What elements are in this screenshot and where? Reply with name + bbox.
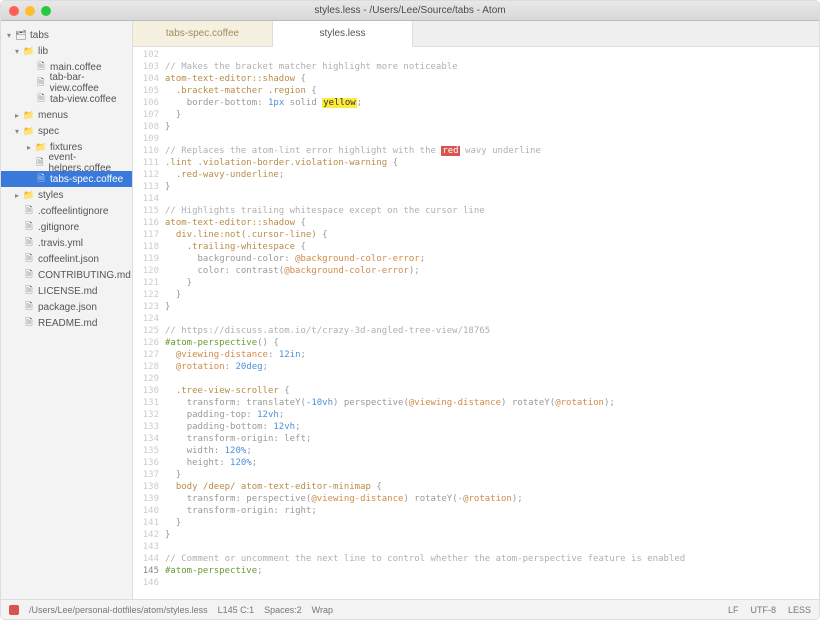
tree-file[interactable]: 🗎package.json (1, 299, 132, 315)
tab[interactable]: styles.less (273, 21, 413, 47)
file-icon: 🗎 (23, 267, 35, 283)
tree-file[interactable]: 🗎.coffeelintignore (1, 203, 132, 219)
file-icon: 🗎 (34, 155, 45, 171)
file-icon: 🗎 (35, 171, 47, 187)
tree-file[interactable]: 🗎README.md (1, 315, 132, 331)
tree-label: package.json (38, 302, 97, 313)
tab-bar: tabs-spec.coffeestyles.less (133, 21, 819, 47)
tree-label: spec (38, 126, 59, 137)
tree-file[interactable]: 🗎event-helpers.coffee (1, 155, 132, 171)
tree-folder[interactable]: ▾📁lib (1, 43, 132, 59)
tree-root[interactable]: ▾🗂tabs (1, 27, 132, 43)
tree-file[interactable]: 🗎tab-view.coffee (1, 91, 132, 107)
file-icon: 🗎 (23, 283, 35, 299)
tree-folder[interactable]: ▸📁styles (1, 187, 132, 203)
file-icon: 🗎 (35, 59, 47, 75)
folder-icon: 📁 (23, 190, 35, 201)
file-icon: 🗎 (23, 235, 35, 251)
status-encoding[interactable]: UTF-8 (750, 605, 776, 615)
file-icon: 🗎 (35, 75, 47, 91)
tree-label: .coffeelintignore (38, 206, 108, 217)
file-icon: 🗎 (23, 219, 35, 235)
tree-label: tab-bar-view.coffee (50, 72, 132, 94)
folder-icon: 📁 (23, 46, 35, 57)
tree-label: tabs (30, 30, 49, 41)
status-lang[interactable]: LESS (788, 605, 811, 615)
tab[interactable]: tabs-spec.coffee (133, 21, 273, 46)
file-tree[interactable]: ▾🗂tabs ▾📁lib🗎main.coffee🗎tab-bar-view.co… (1, 21, 133, 599)
tree-file[interactable]: 🗎CONTRIBUTING.md (1, 267, 132, 283)
tree-label: lib (38, 46, 48, 57)
folder-icon: 📁 (35, 142, 47, 153)
tree-label: styles (38, 190, 64, 201)
minimize-icon[interactable] (25, 6, 35, 16)
tree-file[interactable]: 🗎coffeelint.json (1, 251, 132, 267)
code-editor[interactable]: 1021031041051061071081091101111121131141… (133, 47, 819, 599)
file-icon: 🗎 (35, 91, 47, 107)
status-spaces[interactable]: Spaces:2 (264, 605, 302, 615)
file-icon: 🗎 (23, 251, 35, 267)
status-path[interactable]: /Users/Lee/personal-dotfiles/atom/styles… (29, 605, 208, 615)
tree-label: main.coffee (50, 62, 102, 73)
tree-file[interactable]: 🗎.gitignore (1, 219, 132, 235)
tree-label: tabs-spec.coffee (50, 174, 123, 185)
tree-file[interactable]: 🗎.travis.yml (1, 235, 132, 251)
tree-label: menus (38, 110, 68, 121)
tree-label: tab-view.coffee (50, 94, 117, 105)
tree-label: LICENSE.md (38, 286, 97, 297)
file-icon: 🗎 (23, 203, 35, 219)
status-lf[interactable]: LF (728, 605, 739, 615)
status-position[interactable]: L145 C:1 (218, 605, 255, 615)
tree-label: .travis.yml (38, 238, 83, 249)
folder-icon: 📁 (23, 126, 35, 137)
tree-label: README.md (38, 318, 97, 329)
tree-label: event-helpers.coffee (48, 152, 132, 174)
tree-folder[interactable]: ▾📁spec (1, 123, 132, 139)
titlebar: styles.less - /Users/Lee/Source/tabs - A… (1, 1, 819, 21)
line-gutter: 1021031041051061071081091101111121131141… (133, 47, 165, 599)
close-icon[interactable] (9, 6, 19, 16)
code-area[interactable]: // Makes the bracket matcher highlight m… (165, 47, 819, 599)
tree-file[interactable]: 🗎tab-bar-view.coffee (1, 75, 132, 91)
tree-file[interactable]: 🗎tabs-spec.coffee (1, 171, 132, 187)
file-icon: 🗎 (23, 299, 35, 315)
tree-label: CONTRIBUTING.md (38, 270, 131, 281)
tree-file[interactable]: 🗎LICENSE.md (1, 283, 132, 299)
status-bar: /Users/Lee/personal-dotfiles/atom/styles… (1, 599, 819, 619)
status-icon (9, 605, 19, 615)
zoom-icon[interactable] (41, 6, 51, 16)
tree-label: coffeelint.json (38, 254, 99, 265)
tree-folder[interactable]: ▸📁menus (1, 107, 132, 123)
file-icon: 🗎 (23, 315, 35, 331)
status-wrap[interactable]: Wrap (312, 605, 333, 615)
folder-icon: 📁 (23, 110, 35, 121)
tree-label: fixtures (50, 142, 82, 153)
window-title: styles.less - /Users/Lee/Source/tabs - A… (314, 5, 505, 16)
tree-label: .gitignore (38, 222, 79, 233)
